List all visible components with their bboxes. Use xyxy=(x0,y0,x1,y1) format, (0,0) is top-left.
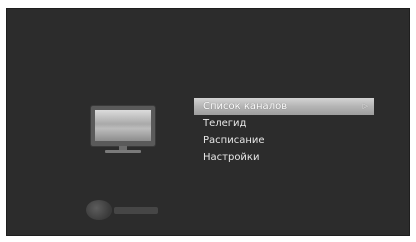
tv-screen-frame: Список каналов ▷ Телегид Расписание Наст… xyxy=(6,8,410,236)
brand-logo-disc xyxy=(86,200,112,220)
selected-arrow-icon: ▷ xyxy=(362,102,368,110)
menu-item-label: Расписание xyxy=(203,135,265,146)
tv-stand-base xyxy=(105,150,141,153)
menu-item-label: Телегид xyxy=(203,118,247,129)
menu-item-tv-guide[interactable]: Телегид xyxy=(194,115,374,132)
menu-item-schedule[interactable]: Расписание xyxy=(194,132,374,149)
tv-display xyxy=(95,110,151,141)
tv-panel xyxy=(91,106,155,146)
menu-item-label: Настройки xyxy=(203,152,260,163)
menu-item-label: Список каналов xyxy=(203,101,288,112)
brand-logo-wordmark xyxy=(114,207,158,214)
menu-item-channel-list[interactable]: Список каналов ▷ xyxy=(194,98,374,115)
menu-item-settings[interactable]: Настройки xyxy=(194,149,374,166)
main-menu: Список каналов ▷ Телегид Расписание Наст… xyxy=(194,98,374,166)
brand-logo xyxy=(86,198,166,224)
